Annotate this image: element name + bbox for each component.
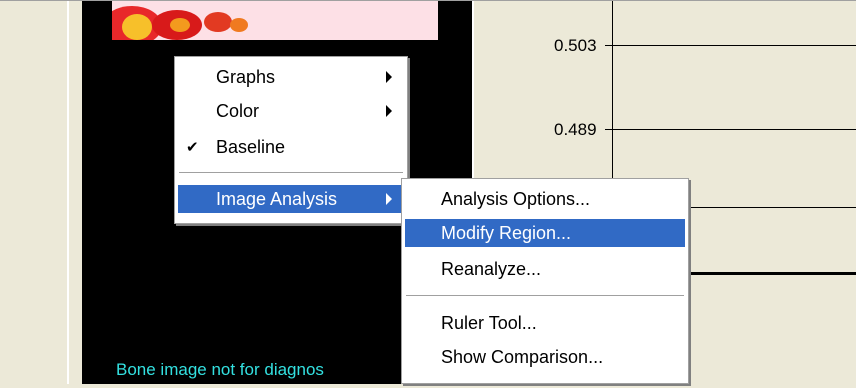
menu-item-color[interactable]: Color (178, 97, 404, 125)
menu-item-baseline[interactable]: ✔ Baseline (178, 133, 404, 161)
bone-image-caption: Bone image not for diagnos (116, 360, 324, 379)
menu-item-label: Analysis Options... (441, 188, 591, 209)
menu-item-label: Color (216, 100, 260, 121)
checkmark-icon: ✔ (186, 139, 199, 156)
menu-separator (406, 295, 684, 296)
submenu-arrow-icon (386, 105, 392, 117)
menu-item-label: Reanalyze... (441, 258, 542, 279)
submenu-arrow-icon (386, 71, 392, 83)
menu-item-modify-region[interactable]: Modify Region... (405, 219, 685, 247)
image-analysis-submenu: Analysis Options... Modify Region... Rea… (401, 178, 689, 384)
menu-item-image-analysis[interactable]: Image Analysis (178, 185, 404, 213)
menu-item-ruler-tool[interactable]: Ruler Tool... (405, 309, 685, 337)
menu-item-label: Graphs (216, 66, 276, 87)
gridline (605, 45, 856, 46)
window-frame-bottom (0, 384, 856, 388)
menu-item-label: Modify Region... (441, 222, 572, 243)
menu-item-label: Ruler Tool... (441, 312, 537, 333)
left-rule (67, 0, 69, 388)
menu-item-label: Show Comparison... (441, 346, 604, 367)
menu-separator (179, 172, 403, 173)
context-menu: Graphs Color ✔ Baseline Image Analysis (174, 56, 408, 224)
gridline (605, 129, 856, 130)
window-frame-top (0, 0, 856, 1)
menu-item-label: Baseline (216, 136, 286, 157)
submenu-arrow-icon (386, 193, 392, 205)
heatmap-region (112, 0, 252, 40)
menu-item-show-comparison[interactable]: Show Comparison... (405, 343, 685, 371)
left-margin (0, 0, 82, 388)
menu-item-reanalyze[interactable]: Reanalyze... (405, 255, 685, 283)
y-tick-label: 0.489 (554, 120, 597, 139)
y-tick-label: 0.503 (554, 36, 597, 55)
menu-item-graphs[interactable]: Graphs (178, 63, 404, 91)
menu-item-analysis-options[interactable]: Analysis Options... (405, 185, 685, 213)
menu-item-label: Image Analysis (216, 188, 338, 209)
